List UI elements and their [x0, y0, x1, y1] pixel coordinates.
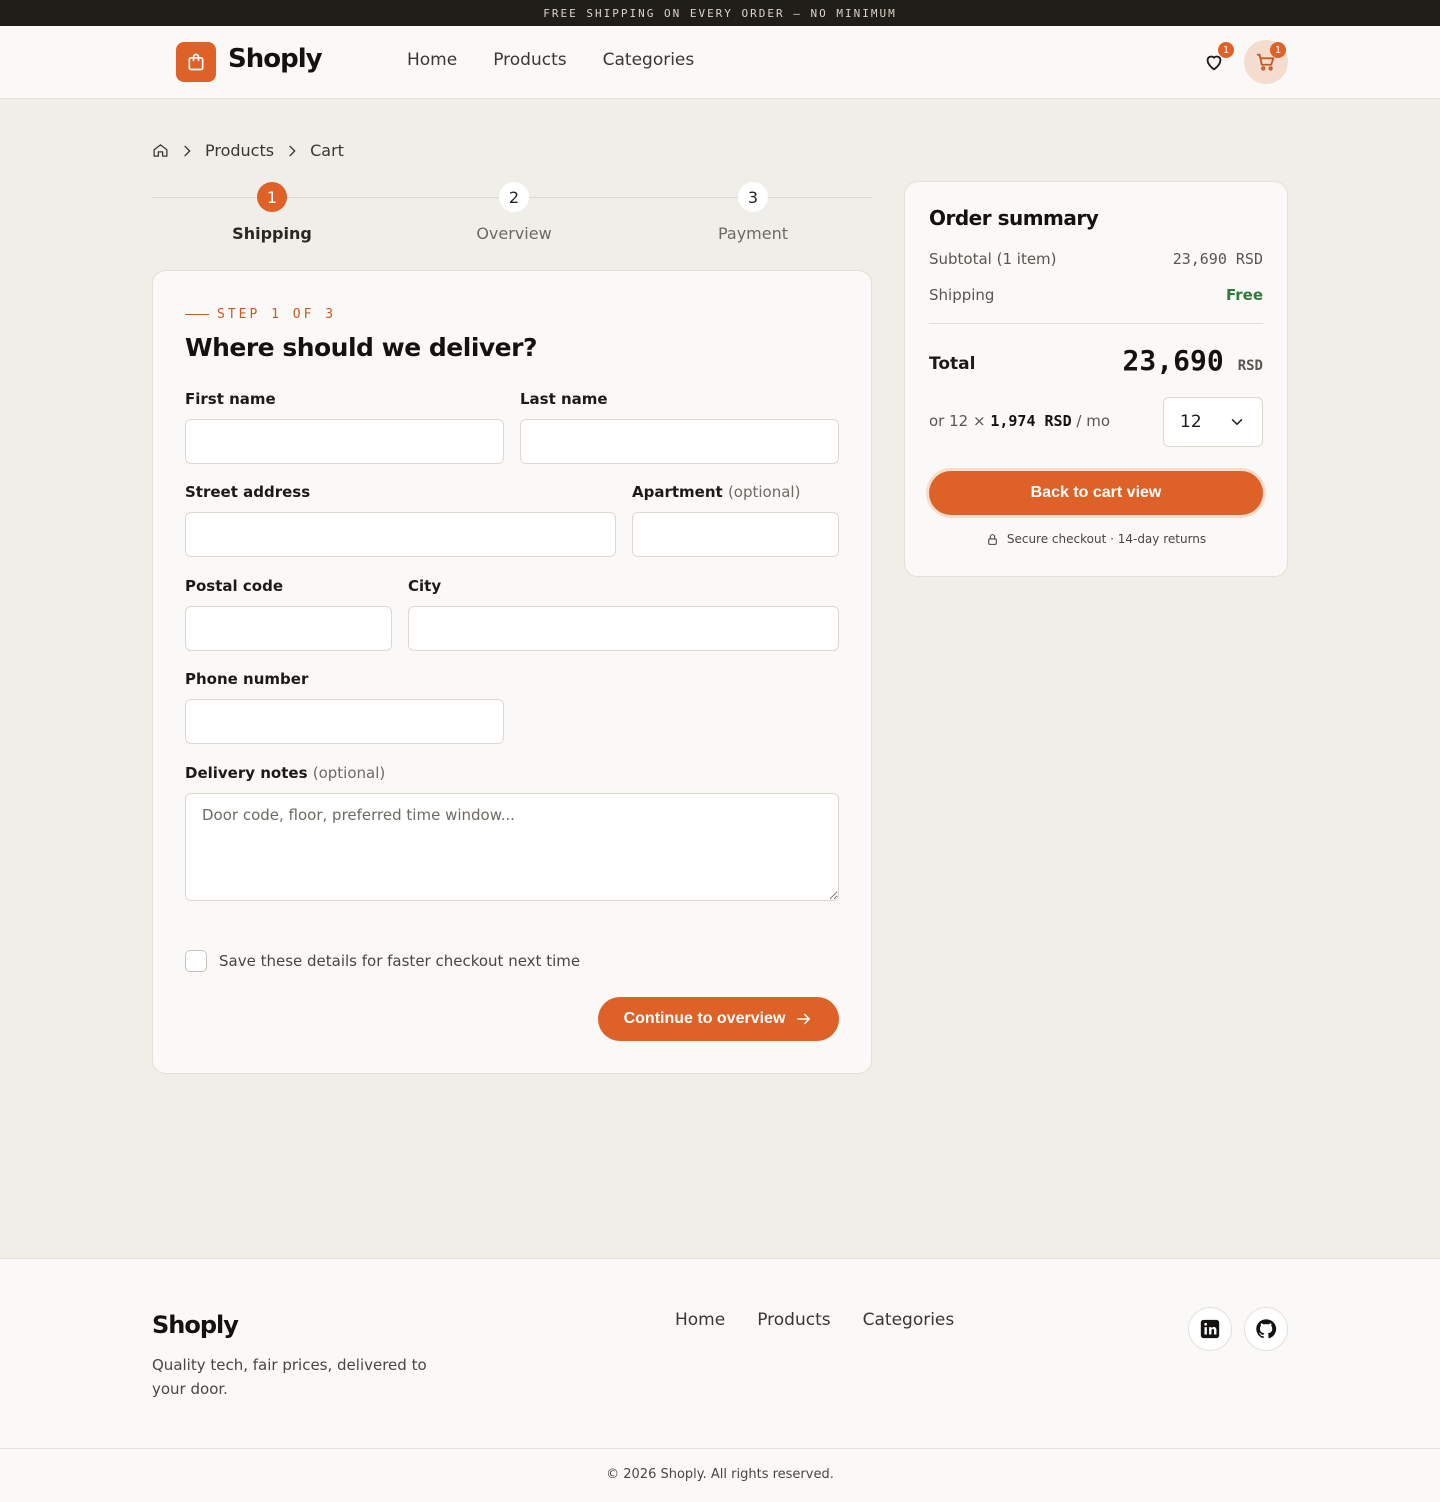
- first-name-field[interactable]: [185, 419, 504, 464]
- promo-banner: FREE SHIPPING ON EVERY ORDER — NO MINIMU…: [0, 0, 1440, 26]
- subtotal-row: Subtotal (1 item) 23,690 RSD: [929, 250, 1263, 268]
- cart-button[interactable]: 1: [1244, 40, 1288, 84]
- footer-nav: Home Products Categories: [675, 1310, 954, 1330]
- continue-button[interactable]: Continue to overview: [598, 997, 839, 1041]
- continue-label: Continue to overview: [623, 1010, 786, 1027]
- cart-count-badge: 1: [1270, 42, 1286, 58]
- apartment-field[interactable]: [632, 512, 839, 557]
- secure-note: Secure checkout · 14-day returns: [905, 532, 1287, 546]
- delivery-notes-field[interactable]: [185, 793, 839, 901]
- main-nav: Home Products Categories: [407, 50, 694, 70]
- site-footer: Shoply Quality tech, fair prices, delive…: [0, 1258, 1440, 1502]
- step-payment[interactable]: 3 Payment: [633, 181, 873, 243]
- installment-prefix: or 12 ×: [929, 412, 986, 430]
- step-number: 1: [257, 182, 287, 212]
- chevron-right-icon: [184, 145, 191, 156]
- chevron-down-icon: [1231, 419, 1243, 426]
- breadcrumb-products[interactable]: Products: [205, 141, 274, 160]
- total-label: Total: [929, 354, 976, 374]
- footer-nav-home[interactable]: Home: [675, 1310, 725, 1330]
- installment-text: or 12 × 1,974 RSD / mo: [929, 412, 1110, 430]
- shipping-label: Shipping: [929, 286, 995, 304]
- lock-icon: [988, 533, 997, 545]
- logo-text[interactable]: Shoply: [228, 44, 323, 74]
- postal-code-field[interactable]: [185, 606, 392, 651]
- footer-tagline: Quality tech, fair prices, delivered to …: [152, 1356, 427, 1398]
- summary-title: Order summary: [929, 206, 1099, 230]
- copyright-text: © 2026 Shoply. All rights reserved.: [606, 1467, 834, 1482]
- step-overview[interactable]: 2 Overview: [394, 181, 634, 243]
- footer-divider: [0, 1448, 1440, 1449]
- breadcrumb: Products Cart: [152, 141, 344, 160]
- subtotal-value: 23,690 RSD: [1172, 250, 1263, 268]
- nav-home[interactable]: Home: [407, 50, 457, 70]
- installments-select[interactable]: 12: [1163, 397, 1263, 447]
- github-button[interactable]: [1244, 1307, 1288, 1351]
- installment-suffix: / mo: [1076, 412, 1111, 430]
- total-currency: RSD: [1237, 358, 1263, 374]
- nav-categories[interactable]: Categories: [603, 50, 695, 70]
- total-value-group: 23,690 RSD: [1123, 344, 1263, 377]
- last-name-label: Last name: [520, 390, 608, 408]
- step-shipping[interactable]: 1 Shipping: [152, 181, 392, 243]
- footer-nav-categories[interactable]: Categories: [863, 1310, 955, 1330]
- step-number: 2: [499, 182, 529, 212]
- nav-products[interactable]: Products: [493, 50, 566, 70]
- breadcrumb-cart: Cart: [310, 141, 344, 160]
- first-name-label: First name: [185, 390, 276, 408]
- step-label: Payment: [717, 224, 789, 243]
- form-title: Where should we deliver?: [185, 333, 537, 362]
- shipping-form-card: STEP 1 OF 3 Where should we deliver? Fir…: [152, 270, 872, 1074]
- linkedin-icon: [1200, 1319, 1220, 1339]
- github-icon: [1256, 1319, 1277, 1339]
- home-icon[interactable]: [152, 142, 169, 159]
- back-to-cart-button[interactable]: Back to cart view: [929, 471, 1263, 515]
- secure-text: Secure checkout · 14-day returns: [1006, 532, 1207, 546]
- checkout-stepper: 1 Shipping 2 Overview 3 Payment: [152, 181, 872, 251]
- promo-text: FREE SHIPPING ON EVERY ORDER — NO MINIMU…: [543, 6, 897, 20]
- shipping-row: Shipping Free: [929, 286, 1263, 304]
- phone-field[interactable]: [185, 699, 504, 744]
- linkedin-button[interactable]: [1188, 1307, 1232, 1351]
- footer-logo[interactable]: Shoply: [152, 1311, 239, 1339]
- step-label: Overview: [476, 224, 552, 243]
- street-field[interactable]: [185, 512, 616, 557]
- save-details-label[interactable]: Save these details for faster checkout n…: [219, 952, 580, 970]
- last-name-field[interactable]: [520, 419, 839, 464]
- postal-label: Postal code: [185, 577, 283, 595]
- apartment-label-text: Apartment: [632, 483, 723, 501]
- shipping-value: Free: [1225, 286, 1263, 304]
- site-header: Shoply Home Products Categories 1 1: [0, 26, 1440, 99]
- step-number: 3: [738, 182, 768, 212]
- eyebrow-dash: [185, 314, 209, 315]
- notes-label-text: Delivery notes: [185, 764, 308, 782]
- step-eyebrow: STEP 1 OF 3: [185, 307, 336, 322]
- order-summary-card: Order summary Subtotal (1 item) 23,690 R…: [904, 181, 1288, 577]
- city-label: City: [408, 577, 442, 595]
- optional-hint: (optional): [312, 764, 386, 782]
- chevron-right-icon: [289, 145, 296, 156]
- installment-amount: 1,974 RSD: [990, 412, 1072, 430]
- footer-nav-products[interactable]: Products: [757, 1310, 830, 1330]
- optional-hint: (optional): [727, 483, 801, 501]
- wishlist-count-badge: 1: [1218, 42, 1234, 58]
- logo-bag-icon[interactable]: [176, 42, 216, 82]
- phone-label: Phone number: [185, 670, 309, 688]
- eyebrow-text: STEP 1 OF 3: [217, 307, 337, 322]
- notes-label: Delivery notes (optional): [185, 764, 385, 782]
- installments-value: 12: [1180, 412, 1202, 432]
- wishlist-button[interactable]: 1: [1192, 40, 1236, 84]
- apartment-label: Apartment (optional): [632, 483, 800, 501]
- subtotal-label: Subtotal (1 item): [929, 250, 1057, 268]
- total-value: 23,690: [1122, 344, 1224, 377]
- arrow-right-icon: [797, 1013, 811, 1025]
- step-label: Shipping: [232, 224, 312, 243]
- street-label: Street address: [185, 483, 311, 501]
- summary-divider: [929, 323, 1263, 324]
- save-details-checkbox[interactable]: [185, 950, 207, 972]
- city-field[interactable]: [408, 606, 839, 651]
